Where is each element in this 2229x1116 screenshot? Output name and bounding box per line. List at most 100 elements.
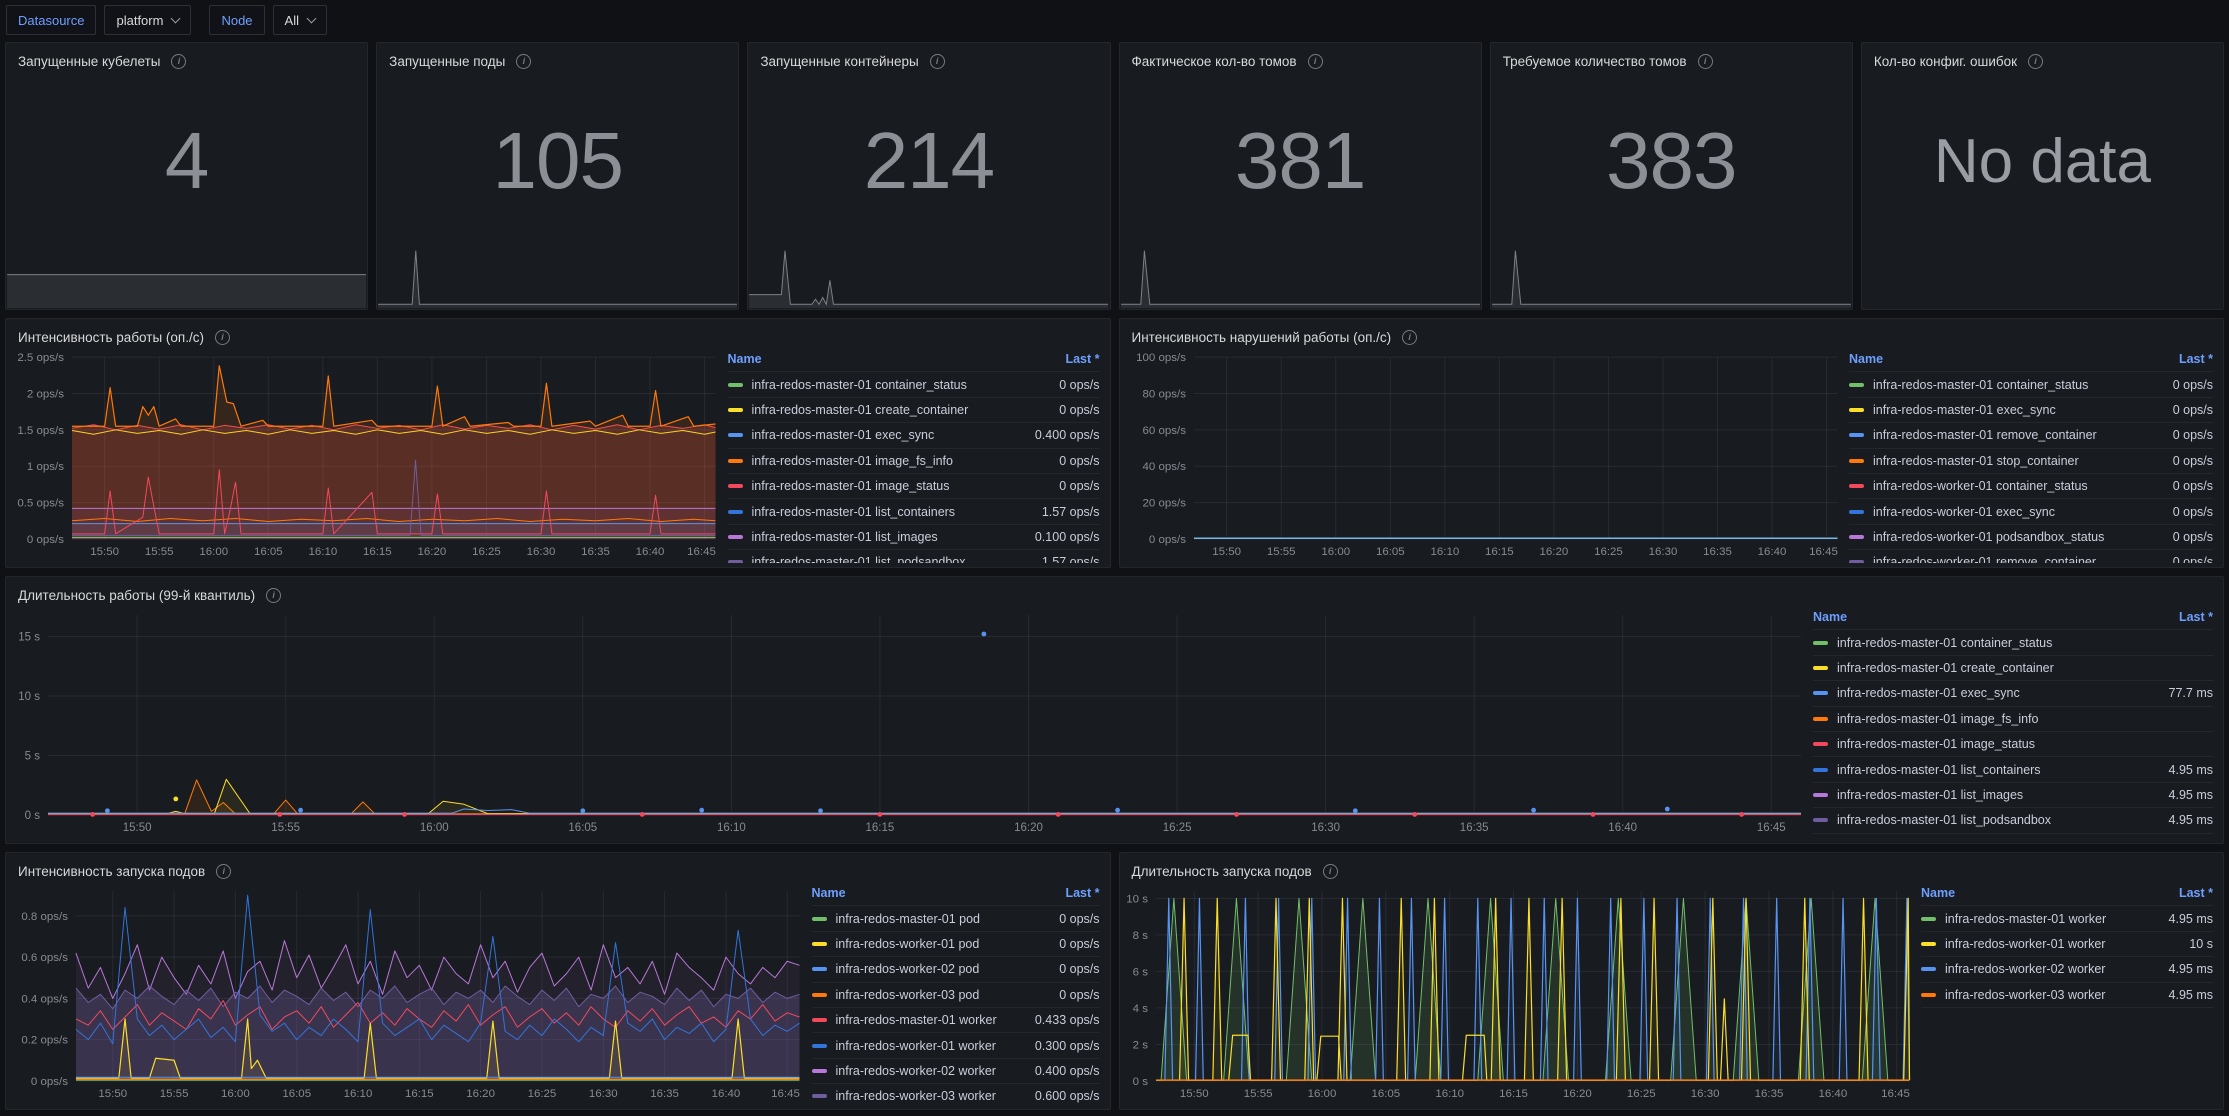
legend-row[interactable]: infra-redos-master-01 list_containers 4.… [1813,757,2213,782]
legend-row[interactable]: infra-redos-master-01 container_status [1813,630,2213,655]
panel-title: Длительность запуска подов [1132,864,1312,879]
svg-text:16:25: 16:25 [1594,546,1623,558]
legend-row[interactable]: infra-redos-master-01 image_fs_info 0 op… [728,449,1100,474]
legend-row[interactable]: infra-redos-master-01 pod 0 ops/s [812,906,1100,931]
info-icon[interactable] [216,864,231,879]
work-duration-chart[interactable]: 0 s5 s10 s15 s15:5015:5516:0016:0516:101… [10,605,1809,839]
svg-text:0 ops/s: 0 ops/s [31,1076,68,1088]
pod-rate-chart[interactable]: 0 ops/s0.2 ops/s0.4 ops/s0.6 ops/s0.8 op… [10,881,808,1105]
series-name: infra-redos-worker-02 worker [1945,962,2159,976]
series-color-swatch [812,942,827,946]
svg-text:16:20: 16:20 [466,1088,495,1100]
legend-row[interactable]: infra-redos-master-01 list_images 4.95 m… [1813,783,2213,808]
panel-title: Интенсивность запуска подов [18,864,205,879]
legend-row[interactable]: infra-redos-master-01 list_podsandbox 4.… [1813,808,2213,833]
series-color-swatch [812,1094,827,1098]
legend-row[interactable]: infra-redos-master-01 container_status 0… [1849,372,2213,397]
legend-row[interactable]: infra-redos-master-01 container_status 0… [728,372,1100,397]
violation-rate-chart[interactable]: 0 ops/s20 ops/s40 ops/s60 ops/s80 ops/s1… [1124,347,1846,563]
stat-value: 105 [377,67,738,255]
svg-text:1.5 ops/s: 1.5 ops/s [17,425,64,437]
legend-header-last[interactable]: Last * [1065,886,1099,900]
panel-work-rate: Интенсивность работы (оп./с) 0 ops/s0.5 … [5,318,1111,568]
legend-row[interactable]: infra-redos-worker-01 worker 0.300 ops/s [812,1033,1100,1058]
svg-text:16:15: 16:15 [1499,1088,1528,1100]
series-name: infra-redos-master-01 list_containers [752,505,1032,519]
stat-panel-kubelets: Запущенные кубелеты 4 [5,42,368,310]
svg-text:2 s: 2 s [1132,1039,1148,1051]
legend-row[interactable]: infra-redos-master-01 exec_sync 0 ops/s [1849,398,2213,423]
series-last-value: 0 ops/s [1059,454,1099,468]
info-icon[interactable] [1402,330,1417,345]
info-icon[interactable] [1323,864,1338,879]
legend-header-last[interactable]: Last * [2179,352,2213,366]
legend-row[interactable]: infra-redos-master-01 exec_sync 77.7 ms [1813,681,2213,706]
node-label-button[interactable]: Node [209,5,264,35]
legend-row[interactable]: infra-redos-worker-02 pod 0 ops/s [812,957,1100,982]
datasource-label: Datasource [18,13,84,28]
svg-text:15:50: 15:50 [1212,546,1241,558]
legend-row[interactable]: infra-redos-worker-03 worker 0.600 ops/s [812,1084,1100,1105]
series-last-value: 0.433 ops/s [1035,1013,1100,1027]
legend-row[interactable]: infra-redos-worker-01 remove_container 0… [1849,550,2213,563]
svg-text:16:45: 16:45 [1809,546,1838,558]
series-name: infra-redos-worker-03 pod [836,988,1050,1002]
legend-row[interactable]: infra-redos-master-01 list_podsandbox 1.… [728,550,1100,563]
legend-row[interactable]: infra-redos-master-01 worker 4.95 ms [1921,906,2213,931]
series-color-swatch [728,459,743,463]
datasource-select[interactable]: platform [104,5,191,35]
series-name: infra-redos-master-01 exec_sync [1873,403,2163,417]
legend-row[interactable]: infra-redos-worker-01 podsandbox_status … [1849,525,2213,550]
svg-text:15:55: 15:55 [271,822,300,834]
legend-row[interactable]: infra-redos-worker-01 pod 0 ops/s [812,932,1100,957]
series-name: infra-redos-master-01 list_podsandbox [1837,813,2159,827]
legend-row[interactable]: infra-redos-master-01 image_status 0 ops… [728,474,1100,499]
legend-row[interactable]: infra-redos-master-01 stop_container 0 o… [1849,449,2213,474]
panel-header: Интенсивность работы (оп./с) [6,319,1110,347]
svg-text:0 s: 0 s [1132,1076,1148,1088]
legend-row[interactable]: infra-redos-master-01 list_containers 1.… [728,499,1100,524]
legend-row[interactable]: infra-redos-worker-01 exec_sync 0 ops/s [1849,499,2213,524]
legend-row[interactable]: infra-redos-master-01 create_container 0… [728,398,1100,423]
legend-row[interactable]: infra-redos-worker-02 worker 0.400 ops/s [812,1059,1100,1084]
series-name: infra-redos-worker-02 worker [836,1064,1025,1078]
node-label: Node [221,13,252,28]
pod-duration-chart[interactable]: 0 s2 s4 s6 s8 s10 s15:5015:5516:0016:051… [1124,881,1918,1105]
svg-text:20 ops/s: 20 ops/s [1142,498,1186,510]
svg-text:10 s: 10 s [18,691,40,703]
svg-text:16:00: 16:00 [420,822,449,834]
info-icon[interactable] [266,588,281,603]
work-rate-chart[interactable]: 0 ops/s0.5 ops/s1 ops/s1.5 ops/s2 ops/s2… [10,347,724,563]
svg-text:0.6 ops/s: 0.6 ops/s [21,952,68,964]
legend-row[interactable]: infra-redos-master-01 worker 0.433 ops/s [812,1008,1100,1033]
legend-row[interactable]: infra-redos-master-01 image_fs_info [1813,707,2213,732]
svg-text:8 s: 8 s [1132,930,1148,942]
info-icon[interactable] [215,330,230,345]
legend-row[interactable]: infra-redos-worker-02 worker 4.95 ms [1921,957,2213,982]
series-name: infra-redos-master-01 worker [836,1013,1025,1027]
legend-row[interactable]: infra-redos-worker-01 worker 10 s [1921,932,2213,957]
legend-header-last[interactable]: Last * [1065,352,1099,366]
series-color-swatch [728,383,743,387]
panel-violation-rate: Интенсивность нарушений работы (оп./с) 0… [1119,318,2225,568]
series-color-swatch [1849,408,1864,412]
series-last-value: 0 ops/s [2173,505,2213,519]
legend-row[interactable]: infra-redos-master-01 exec_sync 0.400 op… [728,423,1100,448]
legend-row[interactable]: infra-redos-master-01 create_container [1813,656,2213,681]
legend-row[interactable]: infra-redos-worker-03 pod 0 ops/s [812,983,1100,1008]
svg-text:15:50: 15:50 [90,546,119,558]
legend-row[interactable]: infra-redos-master-01 remove_container 0… [1849,423,2213,448]
datasource-label-button[interactable]: Datasource [6,5,96,35]
legend-row[interactable]: infra-redos-master-01 list_images 0.100 … [728,525,1100,550]
panel-header: Длительность запуска подов [1120,853,2224,881]
legend-header-last[interactable]: Last * [2179,886,2213,900]
series-color-swatch [1813,691,1828,695]
svg-text:15 s: 15 s [18,631,40,643]
legend-row[interactable]: infra-redos-worker-01 container_status 0… [1849,474,2213,499]
legend-header-last[interactable]: Last * [2179,610,2213,624]
legend-row[interactable]: infra-redos-worker-03 worker 4.95 ms [1921,983,2213,1008]
svg-text:6 s: 6 s [1132,966,1148,978]
legend-row[interactable]: infra-redos-master-01 image_status [1813,732,2213,757]
node-select[interactable]: All [273,5,327,35]
svg-text:16:40: 16:40 [1818,1088,1847,1100]
